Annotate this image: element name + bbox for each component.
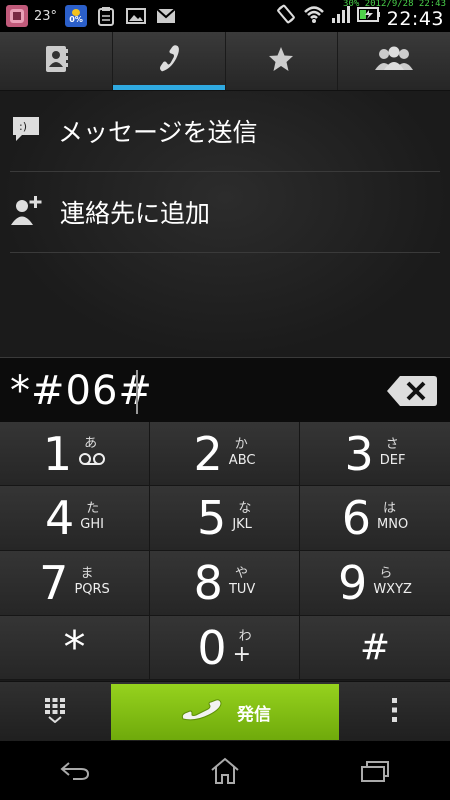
key-star[interactable]: * (0, 616, 150, 680)
key-3[interactable]: 3 さ DEF (300, 422, 450, 486)
key-digit: 5 (197, 491, 227, 545)
key-letters: DEF (379, 452, 406, 468)
key-kana: あ (84, 436, 98, 451)
key-kana: さ (385, 436, 399, 452)
gmail-icon (155, 5, 177, 27)
rotate-icon (275, 3, 297, 29)
call-label: 発信 (237, 704, 271, 725)
key-letters: + (232, 641, 252, 667)
key-9[interactable]: 9 ら WXYZ (300, 551, 450, 616)
recent-apps-button[interactable] (340, 746, 410, 796)
key-7[interactable]: 7 ま PQRS (0, 551, 150, 616)
backspace-button[interactable] (386, 374, 438, 408)
battery-icon (356, 4, 381, 28)
key-kana: た (86, 501, 100, 516)
system-nav-bar (0, 741, 450, 800)
svg-text::): :) (19, 120, 27, 133)
key-1[interactable]: 1 あ (0, 422, 150, 486)
key-digit: * (63, 622, 86, 673)
call-button[interactable]: 発信 (111, 684, 339, 740)
back-icon (60, 761, 90, 780)
key-hash[interactable]: # (300, 616, 450, 680)
phone-handset-icon (154, 44, 184, 78)
key-digit: 9 (338, 556, 368, 610)
voicemail-icon (78, 451, 106, 470)
key-digit: 7 (39, 556, 69, 610)
add-contact-item[interactable]: 連絡先に追加 (10, 172, 440, 253)
phone-tab[interactable] (112, 32, 226, 90)
signal-icon (331, 4, 351, 28)
key-digit: # (359, 627, 391, 668)
key-digit: 4 (45, 491, 75, 545)
key-kana: ら (379, 566, 393, 581)
key-letters: PQRS (74, 582, 110, 597)
status-bar: 23° 0% 30% 2012/9/28 22:43 22:43 (0, 0, 450, 32)
dialpad-icon (43, 697, 67, 727)
groups-tab[interactable] (338, 32, 450, 90)
key-0[interactable]: 0 わ + (150, 616, 300, 680)
key-4[interactable]: 4 た GHI (0, 486, 150, 551)
key-letters: TUV (228, 582, 256, 597)
star-icon (267, 45, 295, 77)
gallery-icon (125, 5, 147, 27)
phone-handset-icon (179, 695, 223, 729)
dialpad-toggle-button[interactable] (0, 682, 110, 742)
battery-widget-icon: 0% (65, 5, 88, 27)
key-5[interactable]: 5 な JKL (150, 486, 300, 551)
send-message-item[interactable]: :) メッセージを送信 (10, 91, 440, 172)
key-letters: MNO (377, 517, 409, 532)
tab-bar (0, 32, 450, 91)
number-entry[interactable]: *#06# (0, 357, 450, 424)
key-digit: 2 (193, 426, 223, 481)
favorites-tab[interactable] (226, 32, 339, 90)
key-8[interactable]: 8 や TUV (150, 551, 300, 616)
status-clock: 22:43 (386, 8, 444, 30)
key-kana: な (238, 501, 252, 516)
key-digit: 3 (344, 426, 374, 481)
add-contact-label: 連絡先に追加 (60, 199, 211, 228)
action-list: :) メッセージを送信 連絡先に追加 (0, 91, 450, 357)
key-digit: 6 (341, 491, 372, 545)
home-icon (211, 757, 239, 784)
dialed-number: *#06# (10, 368, 153, 414)
dial-keypad: 1 あ 2 か ABC 3 さ DEF 4 た GHI 5 な JKL 6 は MNO 7… (0, 422, 450, 680)
key-digit: 0 (197, 620, 227, 675)
key-digit: 8 (193, 556, 223, 610)
key-letters: ABC (228, 452, 256, 468)
back-button[interactable] (40, 746, 110, 796)
key-letters: GHI (80, 517, 104, 532)
add-contact-icon (10, 194, 44, 230)
overflow-menu-button[interactable] (340, 682, 450, 742)
wifi-icon (303, 4, 325, 28)
contacts-book-icon (43, 44, 69, 78)
key-kana: や (234, 566, 248, 581)
key-6[interactable]: 6 は MNO (300, 486, 450, 551)
app-icon (6, 5, 28, 27)
clipboard-icon (95, 5, 117, 27)
key-letters: WXYZ (373, 582, 412, 597)
recent-apps-icon (361, 760, 389, 782)
text-cursor (136, 370, 138, 414)
key-letters: JKL (232, 517, 252, 532)
key-digit: 1 (42, 426, 73, 481)
key-kana: は (383, 501, 397, 516)
key-2[interactable]: 2 か ABC (150, 422, 300, 486)
key-kana: か (234, 436, 248, 452)
temperature-label: 23° (34, 8, 58, 24)
group-icon (374, 46, 414, 76)
backspace-icon (387, 376, 437, 406)
more-vertical-icon (391, 697, 399, 727)
send-message-label: メッセージを送信 (58, 118, 258, 147)
message-icon: :) (10, 114, 42, 148)
dialer-action-bar: 発信 (0, 681, 450, 742)
contacts-tab[interactable] (0, 32, 113, 90)
key-kana: ま (80, 566, 94, 581)
home-button[interactable] (190, 746, 260, 796)
